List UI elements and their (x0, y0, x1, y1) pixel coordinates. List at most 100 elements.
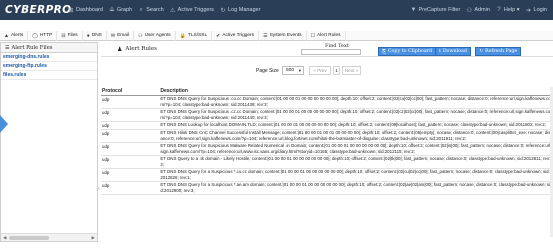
nav-item-label: Login (533, 7, 547, 13)
tab-system-events[interactable]: ☰ System Events (259, 30, 307, 41)
http-icon: ◯ (32, 32, 38, 39)
scroll-left-icon[interactable]: ◀ (3, 235, 6, 241)
nav-item-user[interactable]: ⚇ Admin (466, 7, 490, 14)
brand-logo[interactable]: CYBERPRO (0, 4, 71, 16)
tab-label: Active Triggers (222, 33, 255, 38)
pagination-bar: Page Size 500 ▾ « Prev 1 Next » (101, 65, 553, 77)
refresh-button-label: Refresh Page (485, 49, 518, 54)
tab-http[interactable]: ◯ HTTP (28, 30, 58, 41)
next-page-button[interactable]: Next » (342, 66, 361, 75)
description-cell: ET DNS DNS Query for Suspicious .co.cc D… (159, 95, 553, 109)
current-page-number[interactable]: 1 (333, 66, 340, 75)
tls-icon: 🔒 (179, 32, 186, 39)
alert-rules-title: Alert Rules (125, 46, 158, 52)
rule-description: ET DNS Query to a .tk domain - Likely Ho… (160, 156, 551, 167)
table-row[interactable]: udp ET DNS DNS Lookup for localhost.DOMAI… (101, 121, 553, 130)
download-button[interactable]: ⭳ Download (435, 47, 471, 56)
nav-item-label: Admin (474, 7, 490, 13)
table-row[interactable]: udp ET DNS DNS Query for Suspicious .co.c… (101, 95, 553, 109)
nav-item-triggers[interactable]: ⚠ Active Triggers (169, 7, 215, 14)
nav-item-log[interactable]: ↻ Log Manager (220, 7, 261, 14)
refresh-icon: ↻ (479, 49, 484, 54)
tab-active-triggers[interactable]: ✔ Active Triggers (212, 30, 260, 41)
table-row[interactable]: udp ET DNS Hiloti DNS CnC Channel Success… (101, 129, 553, 143)
tab-label: Alert Rules (317, 33, 341, 38)
filter-icon: ▼ (410, 7, 417, 13)
alert-rules-title-group: ♟ Alert Rules (101, 46, 157, 53)
description-cell: ET DNS DNS Query for Suspicious Malware … (159, 142, 553, 156)
scrollbar-thumb[interactable] (9, 236, 49, 240)
dashboard-icon: ⊞ (68, 7, 74, 14)
protocol-cell: udp (101, 155, 160, 169)
prev-page-button[interactable]: « Prev (309, 66, 331, 75)
tab-alert-rules[interactable]: ☐ Alert Rules (307, 30, 346, 41)
tab-tls[interactable]: 🔒 TLS/SSL (176, 30, 213, 41)
refresh-page-button[interactable]: ↻ Refresh Page (475, 47, 522, 56)
copy-to-clipboard-button[interactable]: ⎘ Copy to Clipboard (378, 47, 437, 56)
protocol-cell: udp (101, 108, 160, 122)
nav-item-login[interactable]: ➔ Login (526, 7, 547, 14)
tab-label: Alerts (10, 33, 24, 38)
table-row[interactable]: udp ET DNS DNS Query for a Suspicious *.a… (101, 181, 553, 195)
description-cell: ET DNS DNS Lookup for localhost.DOMAIN.T… (159, 121, 553, 130)
alert-rule-files-panel: ☰ Alert Rule Files emerging-dns.rules eme… (0, 42, 98, 242)
tab-bar: ▲ Alerts ◯ HTTP ⊟ Files ● DNS ✉ Email ⚇ User Agents… (0, 30, 553, 41)
find-text-input[interactable] (301, 49, 361, 55)
graph-icon: ⟁ (109, 6, 115, 13)
column-header-description[interactable]: Description (159, 87, 553, 96)
tab-user-agents[interactable]: ⚇ User Agents (134, 30, 176, 41)
rule-file-item[interactable]: emerging-ftp.rules (1, 62, 97, 71)
tab-label: TLS/SSL (187, 33, 208, 38)
rule-file-item[interactable]: emerging-dns.rules (1, 53, 97, 62)
alert-icon: ▲ (4, 32, 9, 39)
column-header-protocol[interactable]: Protocol (101, 87, 160, 96)
email-icon: ✉ (110, 32, 116, 39)
tab-dns[interactable]: ● DNS (83, 30, 107, 41)
sidebar-horizontal-scrollbar[interactable]: ◀ ▶ (1, 233, 97, 241)
protocol-cell: udp (101, 168, 160, 182)
table-row[interactable]: udp ET DNS Query to a .tk domain - Likely… (101, 155, 553, 169)
file-list-icon: ☰ (5, 44, 10, 51)
nav-item-dashboard[interactable]: ⊞ Dashboard (68, 7, 103, 14)
nav-item-label: Search (146, 7, 164, 13)
rule-file-item[interactable]: files.rules (1, 71, 97, 80)
alert-rule-files-title: Alert Rule Files (11, 44, 53, 51)
tab-files[interactable]: ⊟ Files (57, 30, 83, 41)
tab-email[interactable]: ✉ Email (107, 30, 135, 41)
nav-item-label: Log Manager (228, 7, 261, 13)
page-size-select[interactable]: 500 ▾ (282, 66, 304, 75)
copy-icon: ⎘ (382, 49, 386, 55)
table-header-row: Protocol Description (101, 87, 553, 96)
system-events-icon: ☰ (263, 32, 268, 39)
copy-button-label: Copy to Clipboard (387, 49, 433, 54)
rule-description: ET DNS DNS Lookup for localhost.DOMAIN.T… (160, 122, 546, 127)
table-row[interactable]: udp ET DNS DNS Query for Suspicious Malwa… (101, 142, 553, 156)
nav-item-help[interactable]: ? Help ▾ (496, 7, 519, 13)
protocol-cell: udp (101, 181, 160, 195)
expand-arrow-icon[interactable] (0, 115, 8, 133)
scroll-right-icon[interactable]: ▶ (92, 235, 95, 241)
alert-rules-table: Protocol Description udp ET DNS DNS Query… (101, 87, 553, 195)
description-cell: ET DNS DNS Query for Suspicious .cz.cc D… (159, 108, 553, 122)
login-icon: ➔ (526, 7, 532, 14)
page-size-value: 500 (286, 68, 295, 73)
dns-icon: ● (86, 32, 90, 39)
help-icon: ? (497, 7, 501, 13)
nav-item-search[interactable]: ⌕ Search (138, 6, 164, 14)
table-row[interactable]: udp ET DNS DNS Query for a Suspicious *.c… (101, 168, 553, 182)
alert-rules-table-wrap: Protocol Description udp ET DNS DNS Query… (101, 87, 553, 195)
table-row[interactable]: udp ET DNS DNS Query for Suspicious .cz.c… (101, 108, 553, 122)
triggers-icon: ⚠ (169, 7, 176, 14)
chevron-down-icon: ▾ (298, 68, 301, 73)
nav-item-label: Dashboard (76, 7, 103, 13)
nav-item-graph[interactable]: ⟁ Graph (109, 6, 132, 14)
tab-label: DNS (91, 33, 102, 38)
tab-alert[interactable]: ▲ Alerts (0, 30, 29, 41)
rule-description: ET DNS DNS Query for Suspicious .co.cc D… (160, 96, 551, 107)
rule-description: ET DNS Hiloti DNS CnC Channel Successful… (160, 130, 552, 141)
tab-label: Email (117, 33, 130, 38)
search-icon: ⌕ (139, 6, 143, 13)
nav-item-filter[interactable]: ▼ PreCapture Filter (410, 7, 460, 13)
nav-item-label: Active Triggers (177, 7, 215, 13)
protocol-cell: udp (101, 95, 160, 109)
